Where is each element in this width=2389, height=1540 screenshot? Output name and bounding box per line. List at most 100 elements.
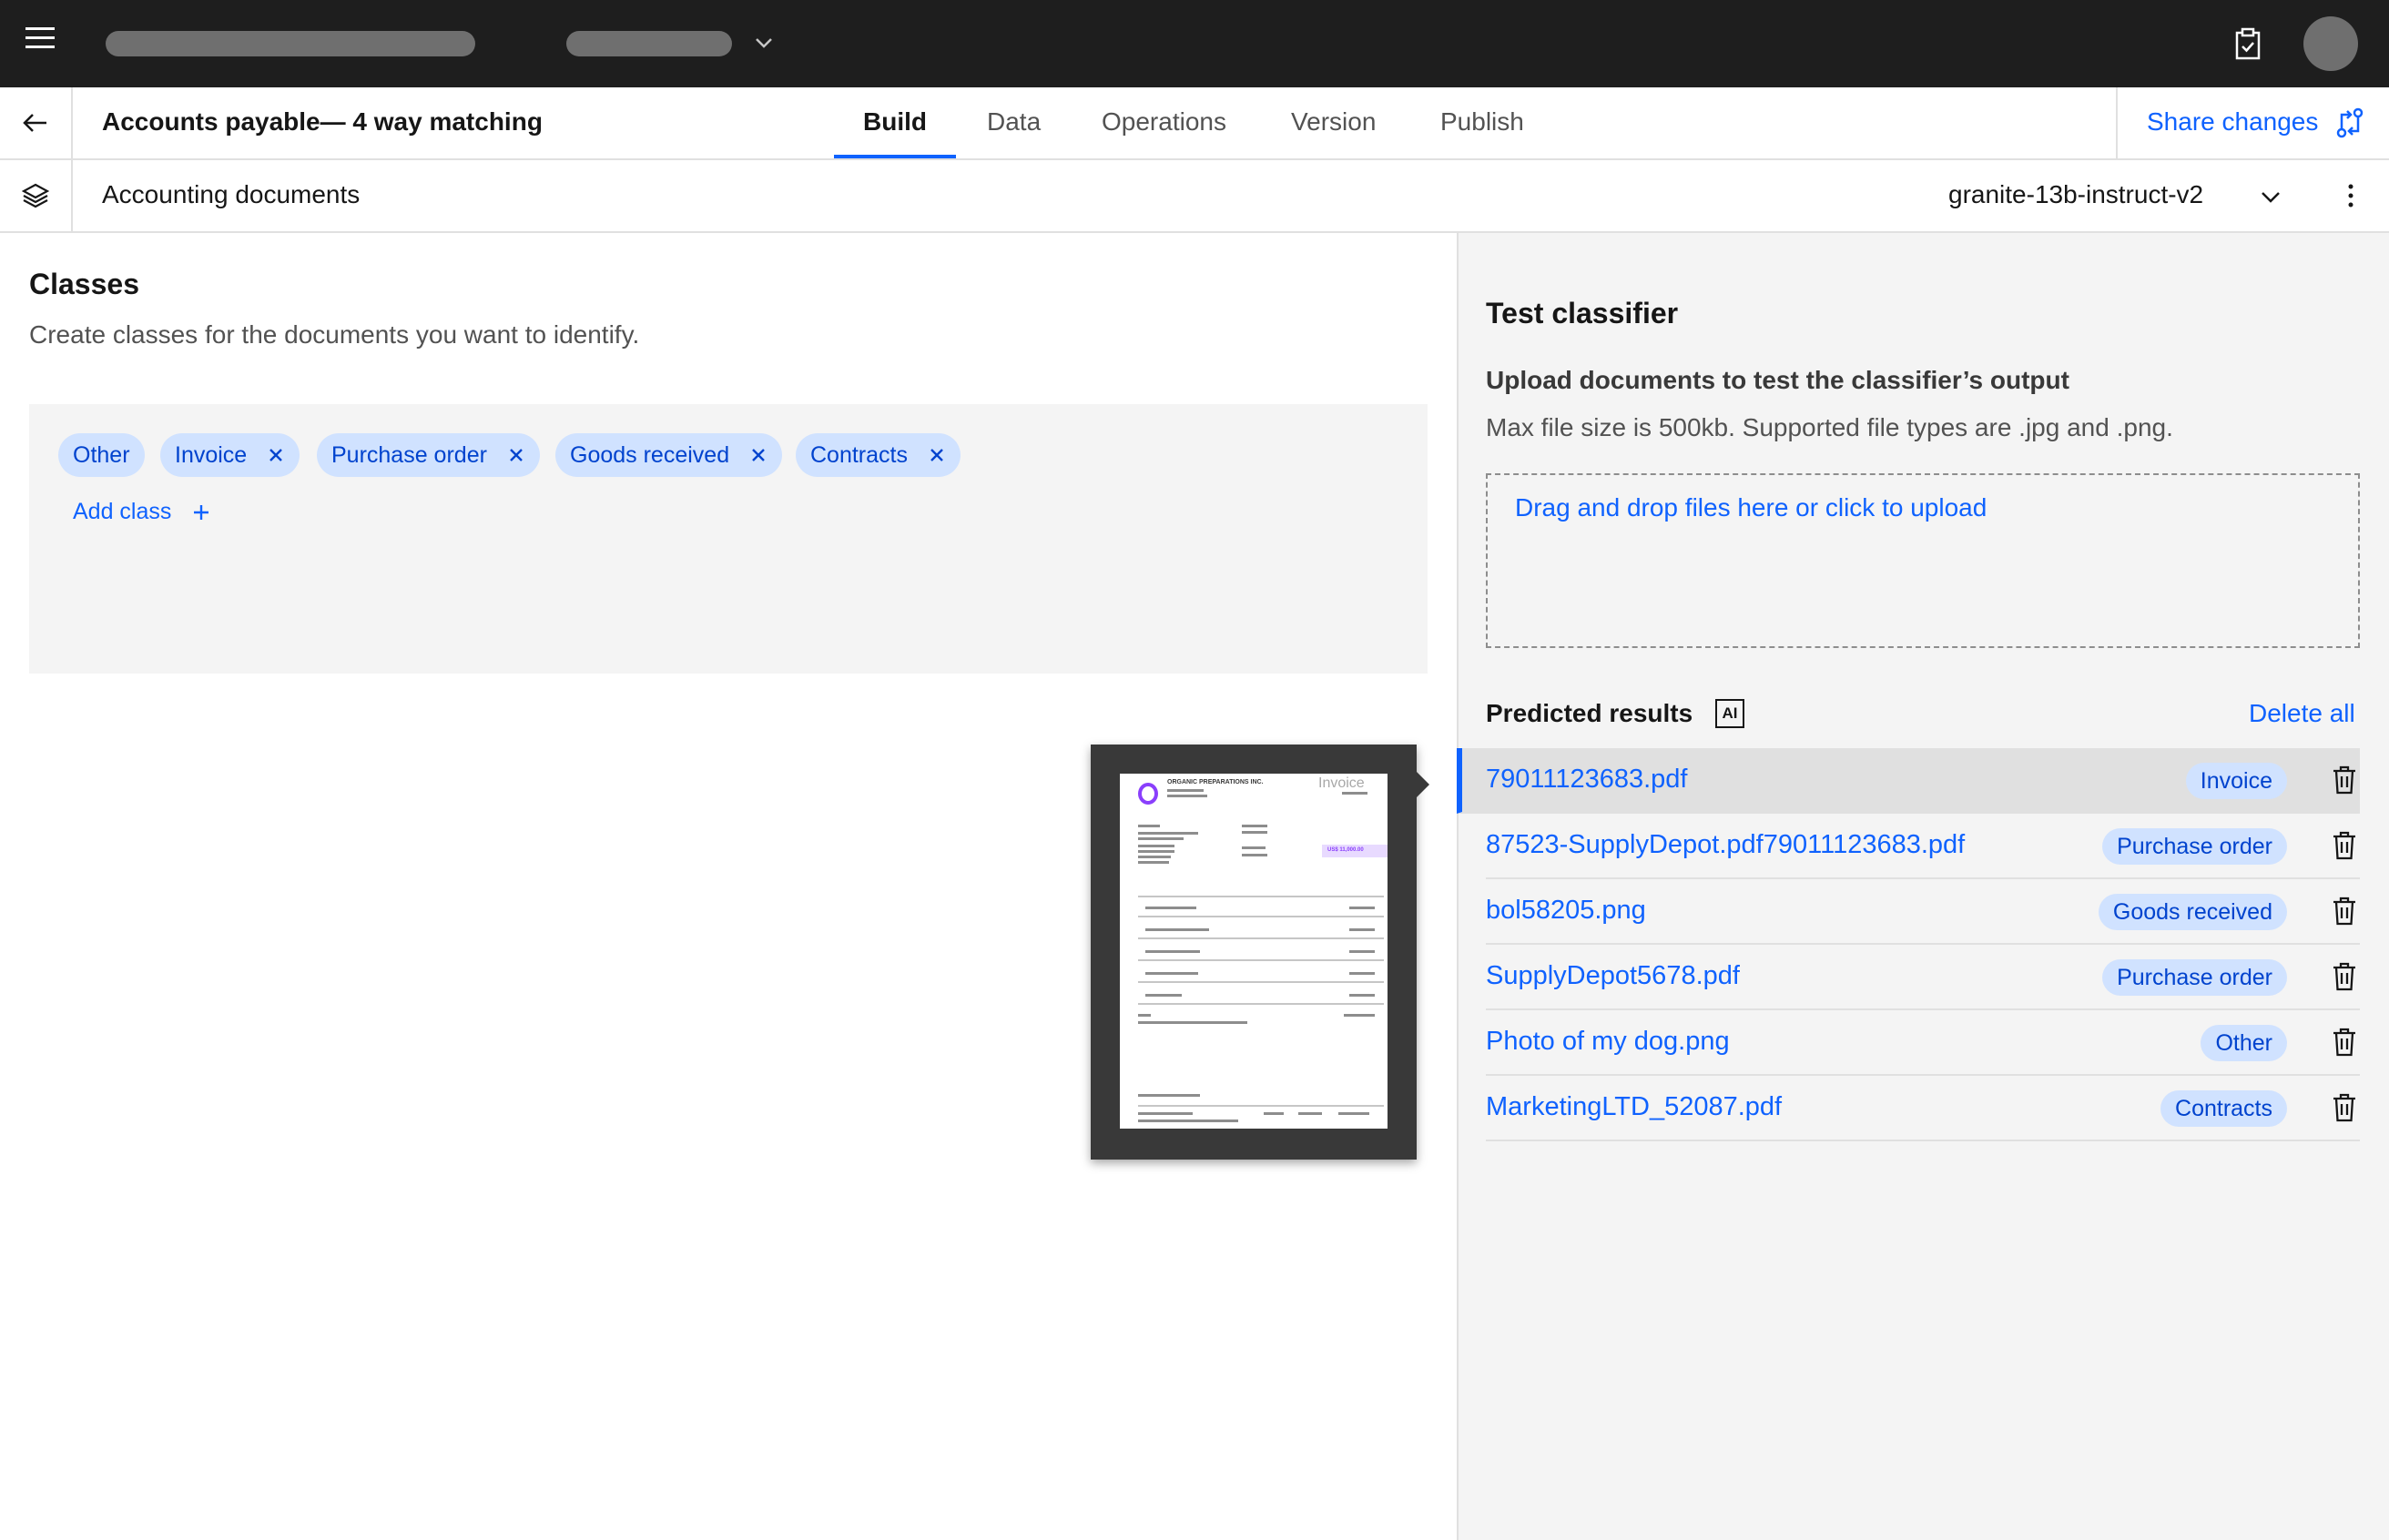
class-tag-label: Contracts xyxy=(810,441,908,468)
result-file-link[interactable]: bol58205.png xyxy=(1486,896,1646,926)
result-file-link[interactable]: MarketingLTD_52087.pdf xyxy=(1486,1092,1782,1122)
dropzone-label[interactable]: Drag and drop files here or click to upl… xyxy=(1515,493,1987,522)
company-logo xyxy=(1138,783,1158,805)
document-preview-popover: ORGANIC PREPARATIONS INC. Invoice US$ 11… xyxy=(1091,745,1417,1160)
text-line xyxy=(1138,856,1171,858)
avatar[interactable] xyxy=(2303,16,2358,71)
class-tag-goods-received[interactable]: Goods received xyxy=(555,433,783,477)
trash-icon[interactable] xyxy=(2331,961,2358,992)
text-line xyxy=(1138,850,1174,853)
product-name-placeholder xyxy=(106,31,475,56)
page-header: Accounts payable— 4 way matching Build D… xyxy=(0,87,2389,160)
tab-build[interactable]: Build xyxy=(863,107,927,137)
workspace-placeholder[interactable] xyxy=(566,31,732,56)
trash-icon[interactable] xyxy=(2331,830,2358,861)
close-icon[interactable] xyxy=(928,446,946,464)
class-tag-other[interactable]: Other xyxy=(58,433,145,477)
trash-icon[interactable] xyxy=(2331,765,2358,795)
text-line xyxy=(1242,825,1267,827)
project-name: Accounting documents xyxy=(102,180,361,208)
close-icon[interactable] xyxy=(267,446,285,464)
class-tag-purchase-order[interactable]: Purchase order xyxy=(317,433,540,477)
text-line xyxy=(1138,837,1184,840)
upload-description: Max file size is 500kb. Supported file t… xyxy=(1486,413,2173,441)
text-line xyxy=(1138,825,1160,827)
divider xyxy=(1138,1003,1384,1005)
page-title: Accounts payable— 4 way matching xyxy=(102,107,543,136)
result-row[interactable]: 87523-SupplyDepot.pdf79011123683.pdf Pur… xyxy=(1486,814,2360,879)
hamburger-menu-icon[interactable] xyxy=(25,27,62,60)
text-line xyxy=(1264,1112,1284,1115)
class-tag-label: Goods received xyxy=(570,441,730,468)
tab-publish[interactable]: Publish xyxy=(1440,107,1524,137)
sub-header: Accounting documents granite-13b-instruc… xyxy=(0,160,2389,233)
result-file-link[interactable]: Photo of my dog.png xyxy=(1486,1027,1730,1057)
add-icon[interactable] xyxy=(191,502,211,522)
active-tab-indicator xyxy=(834,155,956,158)
class-tag-label: Other xyxy=(73,441,130,468)
text-line xyxy=(1138,1094,1200,1097)
share-changes-label: Share changes xyxy=(2147,107,2319,136)
close-icon[interactable] xyxy=(507,446,525,464)
back-button[interactable] xyxy=(0,87,73,158)
model-selector[interactable]: granite-13b-instruct-v2 xyxy=(1948,180,2203,209)
result-row[interactable]: bol58205.png Goods received xyxy=(1486,879,2360,945)
close-icon[interactable] xyxy=(749,446,768,464)
file-dropzone[interactable]: Drag and drop files here or click to upl… xyxy=(1486,473,2360,648)
layers-button[interactable] xyxy=(0,160,73,231)
result-row[interactable]: SupplyDepot5678.pdf Purchase order xyxy=(1486,945,2360,1010)
text-line xyxy=(1344,1014,1375,1017)
share-changes-button[interactable]: Share changes xyxy=(2116,87,2389,158)
tab-operations[interactable]: Operations xyxy=(1102,107,1226,137)
chevron-down-icon[interactable] xyxy=(752,31,776,55)
result-class-badge: Invoice xyxy=(2185,763,2287,799)
result-class-badge: Purchase order xyxy=(2102,828,2287,865)
text-line xyxy=(1242,846,1266,849)
divider xyxy=(1138,1105,1384,1107)
predicted-results-heading: Predicted results xyxy=(1486,699,1693,727)
layers-icon xyxy=(22,183,49,208)
result-class-badge: Other xyxy=(2201,1025,2287,1061)
result-row[interactable]: Photo of my dog.png Other xyxy=(1486,1010,2360,1076)
text-line xyxy=(1138,1120,1238,1122)
result-class-badge: Goods received xyxy=(2098,894,2287,930)
text-line xyxy=(1138,832,1198,835)
delete-all-button[interactable]: Delete all xyxy=(2249,699,2355,728)
result-file-link[interactable]: 87523-SupplyDepot.pdf79011123683.pdf xyxy=(1486,830,1965,860)
trash-icon[interactable] xyxy=(2331,896,2358,927)
overflow-menu-icon[interactable] xyxy=(2342,180,2360,211)
trash-icon[interactable] xyxy=(2331,1027,2358,1058)
text-line xyxy=(1145,928,1209,931)
text-line xyxy=(1349,950,1375,953)
test-classifier-heading: Test classifier xyxy=(1486,297,1679,329)
tab-version[interactable]: Version xyxy=(1291,107,1376,137)
text-line xyxy=(1167,795,1207,797)
preview-company: ORGANIC PREPARATIONS INC. xyxy=(1167,779,1264,785)
add-class-button[interactable]: Add class xyxy=(73,499,171,525)
result-file-link[interactable]: SupplyDepot5678.pdf xyxy=(1486,961,1740,991)
text-line xyxy=(1349,928,1375,931)
tab-data[interactable]: Data xyxy=(987,107,1041,137)
top-nav-bar xyxy=(0,0,2389,87)
text-line xyxy=(1242,854,1267,856)
text-line xyxy=(1145,907,1196,909)
popover-caret xyxy=(1417,772,1429,797)
chevron-down-icon[interactable] xyxy=(2258,184,2283,209)
result-file-link[interactable]: 79011123683.pdf xyxy=(1486,765,1687,795)
class-tag-contracts[interactable]: Contracts xyxy=(796,433,961,477)
clipboard-check-icon[interactable] xyxy=(2232,27,2263,60)
result-class-badge: Purchase order xyxy=(2102,959,2287,996)
branch-compare-icon xyxy=(2336,107,2364,138)
text-line xyxy=(1145,994,1182,997)
class-tag-label: Invoice xyxy=(175,441,248,468)
text-line xyxy=(1138,861,1169,864)
text-line xyxy=(1167,789,1204,792)
result-row[interactable]: 79011123683.pdf Invoice xyxy=(1457,748,2360,814)
ai-label-icon[interactable]: AI xyxy=(1715,699,1744,728)
text-line xyxy=(1145,950,1200,953)
result-class-badge: Contracts xyxy=(2160,1090,2287,1127)
divider xyxy=(1138,896,1384,897)
class-tag-invoice[interactable]: Invoice xyxy=(160,433,300,477)
trash-icon[interactable] xyxy=(2331,1092,2358,1123)
result-row[interactable]: MarketingLTD_52087.pdf Contracts xyxy=(1486,1076,2360,1141)
